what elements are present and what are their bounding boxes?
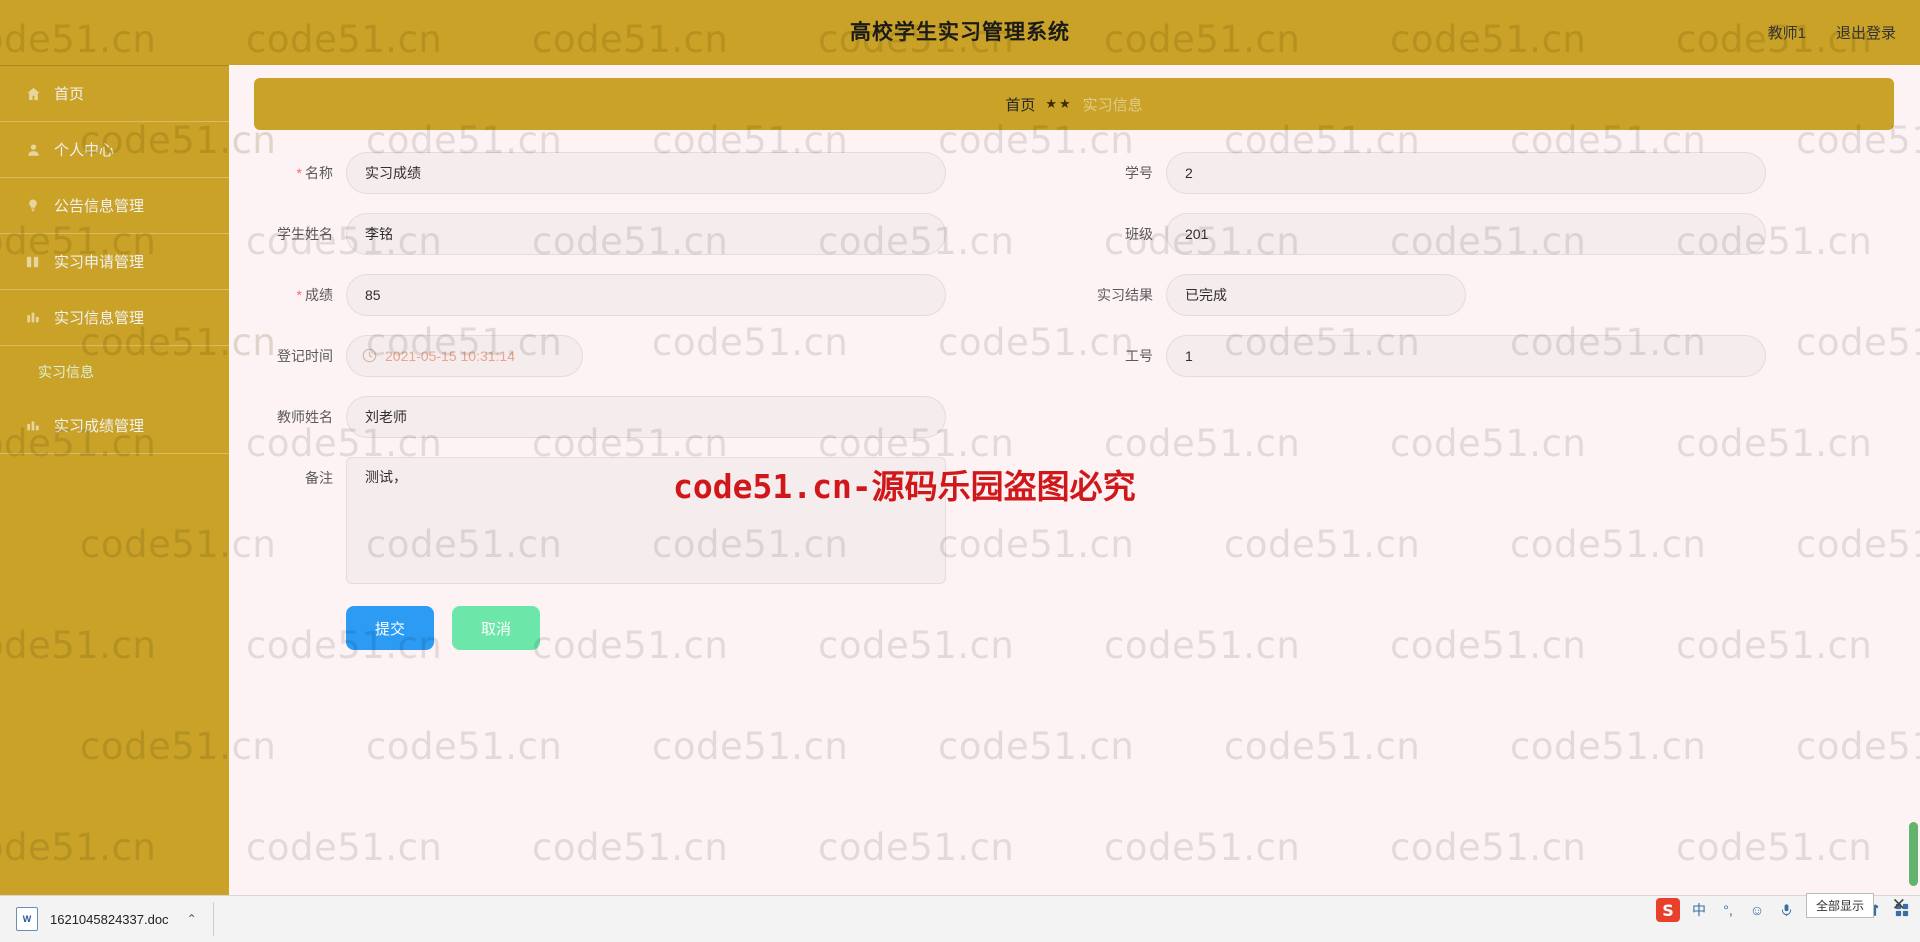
field-student-id: 学号	[1074, 152, 1874, 194]
form-actions: 提交 取消	[254, 606, 1894, 650]
field-student-name: 学生姓名	[254, 213, 1074, 255]
field-class: 班级	[1074, 213, 1874, 255]
name-input[interactable]	[346, 152, 946, 194]
sidebar-item-personal-center[interactable]: 个人中心	[0, 122, 229, 178]
list-icon	[22, 253, 44, 271]
smiley-icon[interactable]: ☺	[1747, 900, 1767, 920]
word-document-icon: W	[16, 907, 38, 931]
page-title: 高校学生实习管理系统	[850, 21, 1070, 44]
center-watermark: code51.cn-源码乐园盗图必究	[673, 467, 1136, 506]
student-id-input[interactable]	[1166, 152, 1766, 194]
field-label: 实习结果	[1097, 287, 1153, 303]
close-icon[interactable]: ✕	[1892, 896, 1906, 913]
sogou-logo-icon[interactable]: S	[1656, 898, 1680, 922]
sidebar-subitem-internship-info[interactable]: 实习信息	[0, 346, 229, 398]
application-window: 高校学生实习管理系统 教师1 退出登录 首页 个人中心 公告信息管理 实习申请管…	[0, 0, 1920, 895]
field-label: 登记时间	[277, 348, 333, 364]
field-registration-time: 登记时间	[254, 335, 1074, 377]
form-row: 学生姓名 班级	[254, 213, 1894, 255]
field-result: 实习结果	[1074, 274, 1874, 316]
sidebar-item-label: 实习申请管理	[54, 254, 145, 271]
breadcrumb-separator-stars: ★★	[1045, 96, 1073, 111]
registration-time-input[interactable]	[346, 335, 583, 377]
field-teacher-name: 教师姓名	[254, 396, 1074, 438]
chart-icon	[22, 417, 44, 435]
field-score: * 成绩	[254, 274, 1074, 316]
internship-score-form: *名称 学号 学生姓名 班级	[254, 130, 1894, 650]
form-cell-empty	[1074, 396, 1874, 438]
field-label: * 成绩	[296, 287, 333, 303]
app-header: 高校学生实习管理系统 教师1 退出登录	[0, 0, 1920, 65]
class-input[interactable]	[1166, 213, 1766, 255]
sidebar-item-home[interactable]: 首页	[0, 66, 229, 122]
required-marker: *	[296, 165, 302, 181]
ime-mode-icon[interactable]: 中	[1689, 900, 1709, 920]
field-staff-id: 工号	[1074, 335, 1874, 377]
required-marker: *	[296, 287, 302, 303]
grid-icon	[22, 309, 44, 327]
sidebar-item-announcement-management[interactable]: 公告信息管理	[0, 178, 229, 234]
dot-icon[interactable]: °,	[1718, 900, 1738, 920]
sidebar-subitem-label: 实习信息	[38, 364, 94, 380]
chevron-up-icon[interactable]: ⌃	[187, 912, 197, 926]
form-row: *名称 学号	[254, 152, 1894, 194]
current-user-label[interactable]: 教师1	[1768, 22, 1806, 43]
result-input[interactable]	[1166, 274, 1466, 316]
show-all-tooltip[interactable]: 全部显示	[1805, 893, 1874, 918]
form-card: 首页 ★★ 实习信息 *名称 学号	[254, 78, 1894, 685]
sidebar-item-label: 公告信息管理	[54, 198, 145, 215]
vertical-scrollbar[interactable]	[1906, 65, 1920, 895]
field-label: 备注	[305, 470, 333, 486]
mic-icon[interactable]	[1776, 900, 1796, 920]
home-icon	[22, 85, 44, 103]
user-icon	[22, 141, 44, 159]
sidebar-item-label: 实习信息管理	[54, 310, 145, 327]
submit-button[interactable]: 提交	[346, 606, 434, 650]
staff-id-input[interactable]	[1166, 335, 1766, 377]
teacher-name-input[interactable]	[346, 396, 946, 438]
form-row: 登记时间 工号	[254, 335, 1894, 377]
sidebar-item-internship-info-management[interactable]: 实习信息管理	[0, 290, 229, 346]
field-name: * 名称	[254, 152, 1074, 194]
sidebar-nav: 首页 个人中心 公告信息管理 实习申请管理 实习信息管理 实习信息 实习成绩管理	[0, 65, 229, 895]
field-label: 班级	[1125, 226, 1153, 242]
download-item[interactable]: W 1621045824337.doc ⌃	[16, 902, 214, 936]
field-label: 学生姓名	[277, 226, 333, 242]
date-picker[interactable]	[346, 335, 583, 377]
clock-icon	[362, 348, 377, 363]
sidebar-item-internship-score-management[interactable]: 实习成绩管理	[0, 398, 229, 454]
field-label: 教师姓名	[277, 409, 333, 425]
form-row: 教师姓名	[254, 396, 1894, 438]
form-row: *成绩 实习结果	[254, 274, 1894, 316]
browser-download-bar: W 1621045824337.doc ⌃	[0, 895, 1920, 942]
score-input[interactable]	[346, 274, 946, 316]
scrollbar-thumb[interactable]	[1909, 822, 1918, 886]
breadcrumb-home[interactable]: 首页	[1005, 94, 1035, 115]
breadcrumb: 首页 ★★ 实习信息	[254, 78, 1894, 130]
sidebar-item-internship-application-management[interactable]: 实习申请管理	[0, 234, 229, 290]
field-label: * 名称	[296, 165, 333, 181]
student-name-input[interactable]	[346, 213, 946, 255]
download-file-name[interactable]: 1621045824337.doc	[50, 912, 169, 927]
field-label: 工号	[1125, 348, 1153, 364]
bulb-icon	[22, 197, 44, 215]
header-user-area: 教师1 退出登录	[1768, 0, 1896, 65]
sidebar-item-label: 首页	[54, 86, 85, 103]
sidebar-item-label: 实习成绩管理	[54, 418, 145, 435]
sidebar-item-label: 个人中心	[54, 142, 115, 159]
breadcrumb-current: 实习信息	[1082, 96, 1143, 114]
cancel-button[interactable]: 取消	[452, 606, 540, 650]
logout-button[interactable]: 退出登录	[1836, 22, 1896, 43]
field-label: 学号	[1125, 165, 1153, 181]
